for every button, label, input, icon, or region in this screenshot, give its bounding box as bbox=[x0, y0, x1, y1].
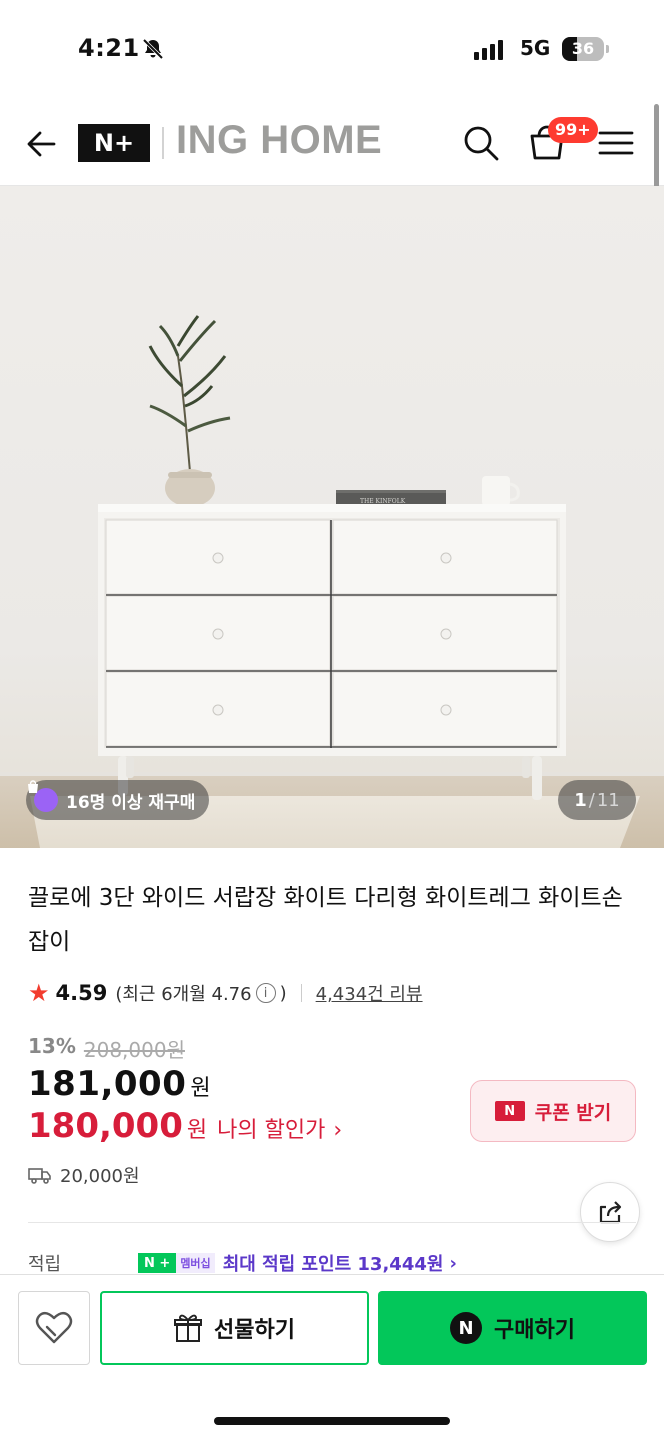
coupon-button[interactable]: N 쿠폰 받기 bbox=[470, 1080, 636, 1142]
back-arrow-icon[interactable] bbox=[22, 124, 62, 164]
shopping-bag-icon bbox=[28, 780, 58, 812]
battery-icon: 36 bbox=[562, 37, 604, 61]
sale-price-unit: 원 bbox=[190, 1076, 211, 1101]
rating-row: ★ 4.59 (최근 6개월 4.76 i ) 4,434건 리뷰 bbox=[28, 978, 423, 1008]
points-label: 적립 bbox=[28, 1254, 62, 1274]
logo-divider bbox=[162, 127, 164, 159]
info-icon[interactable]: i bbox=[255, 983, 276, 1003]
bell-off-icon bbox=[142, 38, 164, 60]
naver-pay-icon: N bbox=[450, 1312, 483, 1344]
battery-nub bbox=[606, 45, 609, 53]
share-button[interactable] bbox=[580, 1182, 640, 1242]
app-header: N+ ING HOME bbox=[0, 100, 664, 186]
points-row[interactable]: 적립 N + 멤버십 최대 적립 포인트 13,444원 › bbox=[28, 1252, 648, 1275]
shipping-fee: 20,000원 bbox=[60, 1166, 140, 1187]
heart-icon bbox=[35, 1311, 73, 1344]
home-indicator[interactable] bbox=[214, 1417, 450, 1425]
book-title-text: THE KINFOLK bbox=[360, 498, 406, 505]
wishlist-button[interactable] bbox=[18, 1291, 90, 1365]
my-price-label: 나의 할인가 bbox=[217, 1118, 326, 1143]
my-price-unit: 원 bbox=[186, 1118, 208, 1143]
original-price: 208,000원 bbox=[83, 1038, 185, 1062]
recent-rating: (최근 6개월 4.76 i ) bbox=[115, 980, 286, 1006]
buy-button[interactable]: N 구매하기 bbox=[378, 1291, 647, 1365]
status-time: 4:21 bbox=[78, 34, 140, 62]
buy-label: 구매하기 bbox=[494, 1318, 575, 1343]
battery-level: 36 bbox=[571, 39, 595, 58]
product-photo: THE KINFOLK bbox=[0, 315, 664, 848]
sale-price-value: 181,000 bbox=[28, 1064, 187, 1104]
recent-rating-close: ) bbox=[279, 982, 287, 1004]
review-count-link[interactable]: 4,434건 리뷰 bbox=[316, 980, 423, 1006]
repurchase-badge-text: 16명 이상 재구매 bbox=[66, 792, 196, 813]
nplus-badge-text: N + bbox=[138, 1253, 177, 1273]
coupon-label: 쿠폰 받기 bbox=[534, 1101, 612, 1124]
recent-rating-text: (최근 6개월 4.76 bbox=[115, 984, 252, 1005]
my-discount-price[interactable]: 180,000 원 나의 할인가 › bbox=[28, 1106, 342, 1146]
max-points-text: 최대 적립 포인트 13,444원 bbox=[222, 1254, 444, 1274]
membership-badge: N + 멤버십 bbox=[138, 1253, 215, 1273]
product-image-carousel[interactable]: THE KINFOLK 16명 이상 재구매 1 / 11 bbox=[0, 186, 664, 848]
chevron-right-icon: › bbox=[449, 1252, 457, 1274]
product-title: 끌로에 3단 와이드 서랍장 화이트 다리형 화이트레그 화이트손잡이 bbox=[28, 885, 623, 955]
purchase-bar: 선물하기 N 구매하기 bbox=[0, 1274, 664, 1440]
gift-icon bbox=[174, 1314, 203, 1342]
gift-button[interactable]: 선물하기 bbox=[100, 1291, 369, 1365]
shipping-fee-row: 20,000원 bbox=[28, 1162, 140, 1188]
truck-icon bbox=[28, 1168, 51, 1184]
network-type: 5G bbox=[520, 36, 551, 60]
discount-rate: 13% bbox=[28, 1034, 76, 1058]
search-icon[interactable] bbox=[460, 122, 502, 164]
coupon-icon: N bbox=[494, 1101, 525, 1121]
chevron-right-icon: › bbox=[333, 1118, 343, 1143]
pager-total: 11 bbox=[596, 789, 620, 811]
status-bar: 4:21 5G 36 bbox=[0, 0, 664, 100]
discount-row: 13% 208,000원 bbox=[28, 1034, 185, 1063]
nplus-store-logo[interactable]: N+ bbox=[78, 124, 150, 162]
image-pager: 1 / 11 bbox=[558, 780, 636, 820]
rating-separator bbox=[300, 984, 302, 1002]
pager-current: 1 bbox=[574, 789, 587, 811]
cart-count-badge: 99+ bbox=[548, 117, 598, 143]
membership-badge-text: 멤버십 bbox=[176, 1253, 215, 1273]
repurchase-badge: 16명 이상 재구매 bbox=[26, 780, 210, 820]
section-divider bbox=[28, 1222, 636, 1223]
store-brand-name[interactable]: ING HOME bbox=[176, 118, 382, 163]
gift-label: 선물하기 bbox=[214, 1318, 295, 1343]
my-price-value: 180,000 bbox=[28, 1106, 183, 1146]
menu-icon[interactable] bbox=[598, 128, 634, 158]
rating-value: 4.59 bbox=[55, 981, 108, 1005]
sale-price: 181,000 원 bbox=[28, 1064, 211, 1104]
cellular-signal-icon bbox=[474, 40, 503, 60]
star-icon: ★ bbox=[28, 979, 50, 1007]
